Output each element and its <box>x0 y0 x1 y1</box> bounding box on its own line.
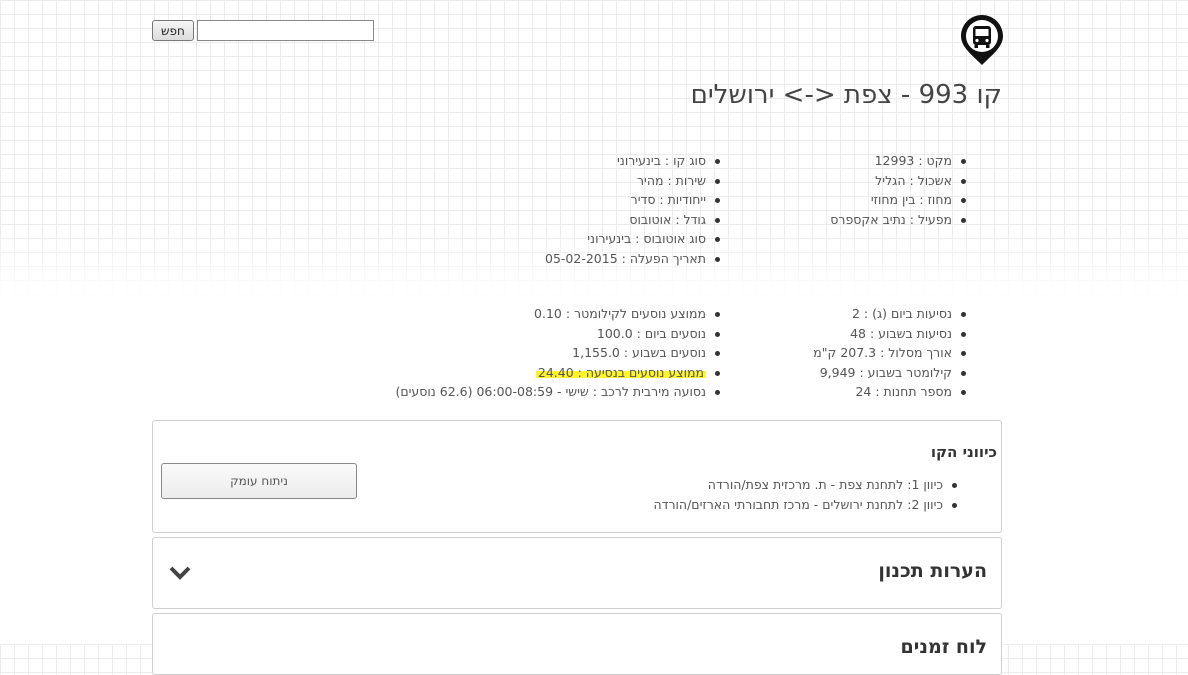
search-bar: חפש <box>152 20 374 41</box>
list-item: ממוצע נוסעים בנסיעה : 24.40 <box>395 363 722 383</box>
list-item: ייחודיות : סדיר <box>545 190 722 210</box>
list-item: קילומטר בשבוע : 9,949 <box>813 363 968 383</box>
list-item: מחוז : בין מחוזי <box>830 190 968 210</box>
search-input[interactable] <box>196 20 374 41</box>
list-item[interactable]: כיוון 1: לתחנת צפת - ת. מרכזית צפת/הורדה <box>653 475 959 495</box>
chevron-down-icon[interactable] <box>169 566 191 580</box>
schedule-heading: לוח זמנים <box>900 636 987 658</box>
list-item: מקט : 12993 <box>830 151 968 171</box>
stats-list-right: נסיעות ביום (ג) : 2 נסיעות בשבוע : 48 או… <box>813 304 968 402</box>
deep-analysis-button[interactable]: ניתוח עומק <box>161 463 357 499</box>
list-item: סוג אוטובוס : בינעירוני <box>545 229 722 249</box>
planning-notes-panel[interactable]: הערות תכנון <box>152 537 1002 609</box>
list-item: שירות : מהיר <box>545 171 722 191</box>
list-item: נסיעות ביום (ג) : 2 <box>813 304 968 324</box>
list-item: נוסעים ביום : 100.0 <box>395 324 722 344</box>
list-item[interactable]: כיוון 2: לתחנת ירושלים - מרכז תחבורתי הא… <box>653 495 959 515</box>
list-item: נסועה מירבית לרכב : שישי - 06:00-08:59 (… <box>395 382 722 402</box>
list-item: מפעיל : נתיב אקספרס <box>830 210 968 230</box>
details-list-left: סוג קו : בינעירוני שירות : מהיר ייחודיות… <box>545 151 722 269</box>
list-item: גודל : אוטובוס <box>545 210 722 230</box>
list-item: נסיעות בשבוע : 48 <box>813 324 968 344</box>
list-item: אורך מסלול : 207.3 ק"מ <box>813 343 968 363</box>
bus-stop-pin-icon[interactable] <box>960 14 1004 66</box>
list-item: נוסעים בשבוע : 1,155.0 <box>395 343 722 363</box>
list-item: תאריך הפעלה : 05-02-2015 <box>545 249 722 269</box>
list-item: אשכול : הגליל <box>830 171 968 191</box>
highlighted-text: ממוצע נוסעים בנסיעה : 24.40 <box>535 364 706 380</box>
directions-list: כיוון 1: לתחנת צפת - ת. מרכזית צפת/הורדה… <box>653 475 959 514</box>
list-item: סוג קו : בינעירוני <box>545 151 722 171</box>
directions-heading: כיווני הקו <box>930 443 997 461</box>
directions-panel: כיווני הקו כיוון 1: לתחנת צפת - ת. מרכזי… <box>152 420 1002 533</box>
page-title: קו 993 - צפת <-> ירושלים <box>690 80 1002 110</box>
list-item: מספר תחנות : 24 <box>813 382 968 402</box>
stats-list-left: ממוצע נוסעים לקילומטר : 0.10 נוסעים ביום… <box>395 304 722 402</box>
details-list-right: מקט : 12993 אשכול : הגליל מחוז : בין מחו… <box>830 151 968 229</box>
search-button[interactable]: חפש <box>152 20 194 41</box>
schedule-panel[interactable]: לוח זמנים <box>152 613 1002 675</box>
list-item: ממוצע נוסעים לקילומטר : 0.10 <box>395 304 722 324</box>
planning-notes-heading: הערות תכנון <box>878 560 987 582</box>
